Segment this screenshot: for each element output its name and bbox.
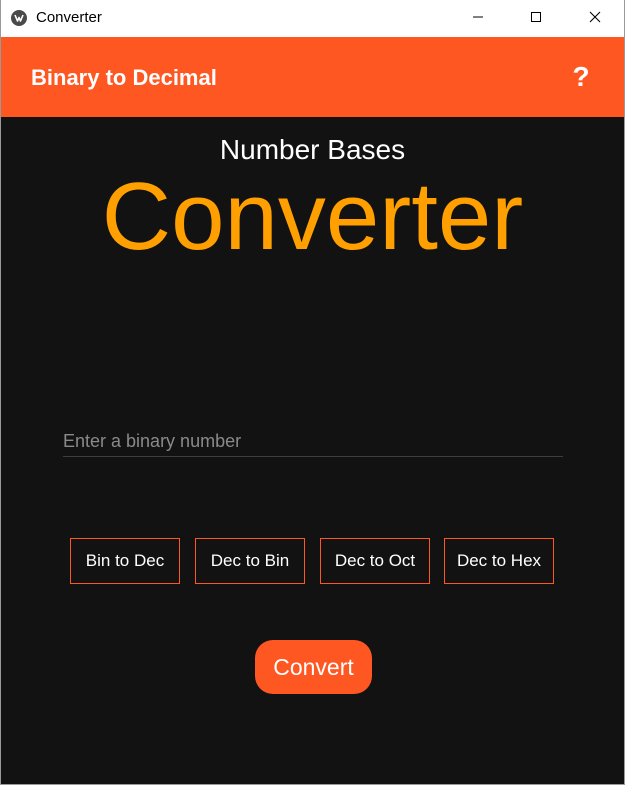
- app-icon: [11, 10, 27, 26]
- page-title: Binary to Decimal: [31, 65, 217, 90]
- app-bar: Binary to Decimal ?: [1, 37, 624, 117]
- dec-to-hex-button[interactable]: Dec to Hex: [444, 538, 554, 584]
- maximize-button[interactable]: [507, 0, 565, 37]
- bin-to-dec-button[interactable]: Bin to Dec: [70, 538, 180, 584]
- maximize-icon: [530, 10, 542, 28]
- title-bar: Converter: [1, 0, 624, 37]
- dec-to-bin-button[interactable]: Dec to Bin: [195, 538, 305, 584]
- window-title: Converter: [36, 9, 102, 26]
- binary-input[interactable]: [63, 428, 563, 454]
- help-button[interactable]: ?: [563, 59, 599, 95]
- minimize-button[interactable]: [449, 0, 507, 37]
- minimize-icon: [472, 10, 484, 28]
- dec-to-oct-button[interactable]: Dec to Oct: [320, 538, 430, 584]
- binary-input-field: [63, 428, 563, 457]
- convert-button[interactable]: Convert: [255, 640, 372, 694]
- hero-title: Converter: [101, 163, 524, 270]
- close-button[interactable]: [566, 0, 624, 37]
- close-icon: [589, 10, 601, 28]
- app-window: Converter Binary to Decimal ? Number Bas…: [0, 0, 625, 785]
